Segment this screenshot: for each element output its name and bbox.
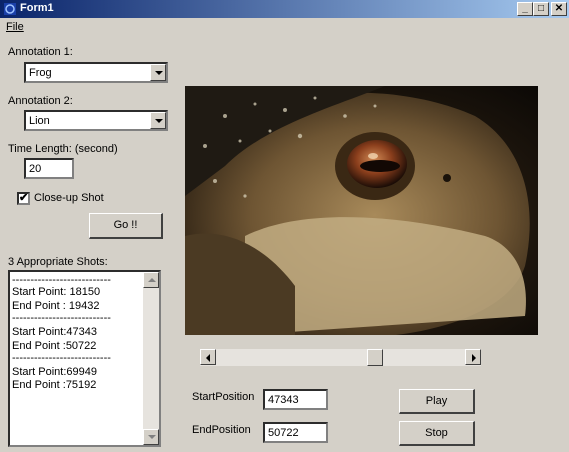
closeup-label: Close-up Shot: [34, 192, 104, 204]
list-item: Start Point: 18150: [12, 286, 101, 298]
shots-label: 3 Appropriate Shots:: [8, 256, 108, 268]
time-length-value: 20: [29, 163, 42, 175]
list-item: Start Point:47343: [12, 326, 98, 338]
close-icon: ✕: [554, 3, 564, 14]
list-item: End Point :50722: [12, 340, 97, 352]
annotation1-combo[interactable]: Frog: [24, 62, 168, 83]
list-item: Start Point:69949: [12, 366, 98, 378]
list-item: End Point : 19432: [12, 300, 100, 312]
scroll-left-icon[interactable]: [200, 349, 216, 365]
close-button[interactable]: ✕: [551, 2, 567, 16]
menu-file[interactable]: File: [6, 21, 24, 33]
time-length-input[interactable]: 20: [24, 158, 74, 179]
chevron-down-icon[interactable]: [150, 112, 166, 129]
app-icon: [4, 3, 16, 15]
scroll-down-icon[interactable]: [143, 429, 159, 445]
start-position-input[interactable]: 47343: [263, 389, 328, 410]
frog-image: [185, 86, 538, 335]
scroll-up-icon[interactable]: [143, 272, 159, 288]
maximize-icon: □: [537, 3, 545, 14]
check-icon: ✔: [19, 192, 29, 204]
shots-listbox[interactable]: --------------------------- Start Point:…: [8, 270, 161, 447]
closeup-checkbox[interactable]: ✔: [17, 192, 30, 205]
stop-button[interactable]: Stop: [399, 421, 475, 446]
minimize-icon: _: [522, 3, 528, 14]
chevron-down-icon[interactable]: [150, 64, 166, 81]
annotation2-label: Annotation 2:: [8, 95, 73, 107]
start-position-value: 47343: [268, 394, 299, 406]
list-scrollbar[interactable]: [143, 272, 159, 445]
list-item: ---------------------------: [12, 312, 111, 324]
scroll-right-icon[interactable]: [465, 349, 481, 365]
list-item: ---------------------------: [12, 274, 111, 286]
position-slider[interactable]: [200, 349, 481, 366]
video-frame: [185, 86, 538, 335]
annotation2-value: Lion: [29, 115, 50, 127]
annotation2-combo[interactable]: Lion: [24, 110, 168, 131]
end-position-value: 50722: [268, 427, 299, 439]
window-title: Form1: [20, 2, 54, 14]
minimize-button[interactable]: _: [517, 2, 533, 16]
annotation1-value: Frog: [29, 67, 52, 79]
slider-thumb[interactable]: [367, 349, 383, 366]
title-bar[interactable]: Form1 _ □ ✕: [0, 0, 569, 18]
time-length-label: Time Length: (second): [8, 143, 118, 155]
end-position-label: EndPosition: [192, 424, 251, 436]
end-position-input[interactable]: 50722: [263, 422, 328, 443]
list-item: End Point :75192: [12, 379, 97, 391]
annotation1-label: Annotation 1:: [8, 46, 73, 58]
start-position-label: StartPosition: [192, 391, 255, 403]
menu-bar: File: [0, 18, 569, 36]
go-button[interactable]: Go !!: [89, 213, 163, 239]
maximize-button[interactable]: □: [533, 2, 549, 16]
play-button[interactable]: Play: [399, 389, 475, 414]
list-item: ---------------------------: [12, 352, 111, 364]
